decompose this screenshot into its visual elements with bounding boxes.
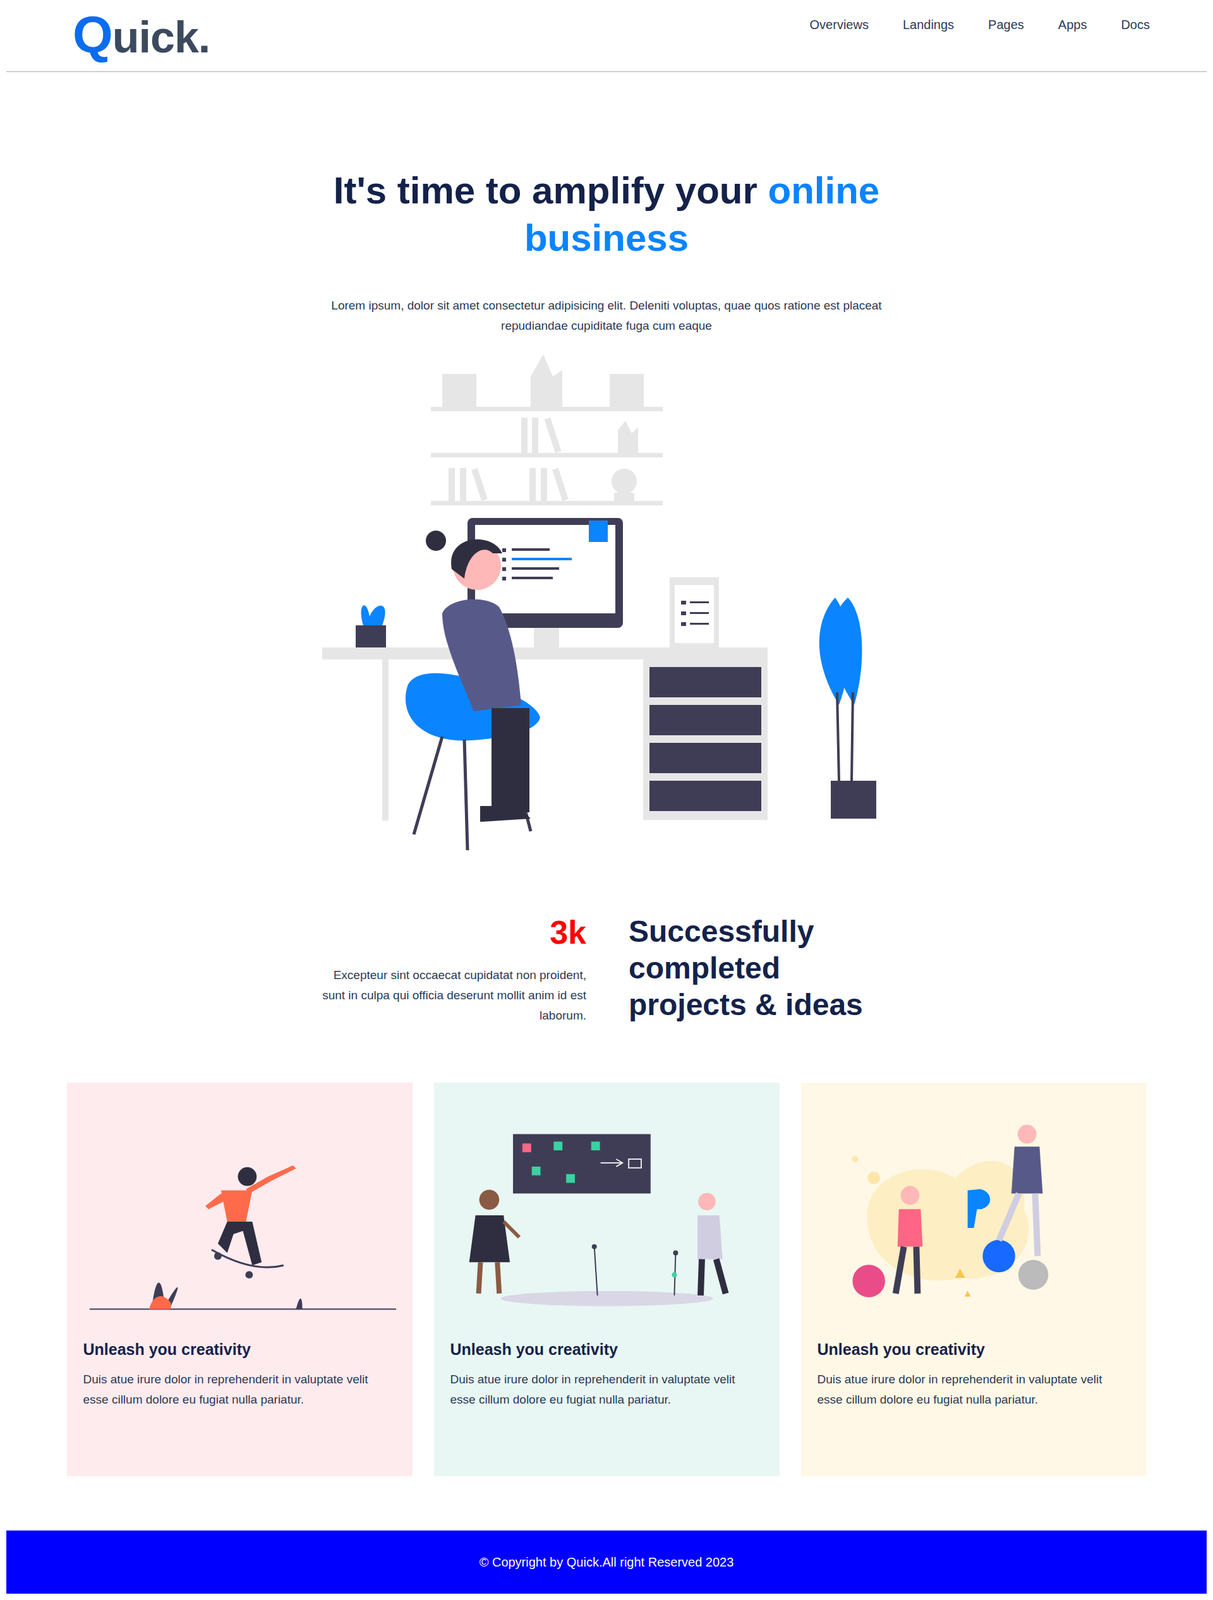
card-title: Unleash you creativity [817, 1339, 1131, 1360]
card-description: Duis atue irure dolor in reprehenderit i… [450, 1369, 764, 1411]
feature-card: Unleash you creativity Duis atue irure d… [66, 1082, 413, 1477]
feature-card: Unleash you creativity Duis atue irure d… [434, 1082, 780, 1477]
copyright-text: © Copyright by Quick.All right Reserved … [479, 1555, 735, 1570]
page: Quick. Overviews Landings Pages Apps Docs It… [6, 0, 1207, 1600]
nav-link[interactable]: Pages [988, 17, 1025, 33]
card-description: Duis atue irure dolor in reprehenderit i… [817, 1369, 1131, 1411]
nav-link[interactable]: Landings [902, 17, 954, 33]
card-title: Unleash you creativity [450, 1339, 764, 1360]
header: Quick. Overviews Landings Pages Apps Docs [6, 0, 1207, 73]
nav-link[interactable]: Docs [1120, 17, 1150, 33]
stat-number: 3k [319, 913, 587, 952]
hero: It's time to amplify your online busines… [6, 72, 1207, 857]
card-description: Duis atue irure dolor in reprehenderit i… [83, 1369, 397, 1411]
feature-card: Unleash you creativity Duis atue irure d… [801, 1082, 1147, 1477]
nav-link[interactable]: Overviews [809, 17, 869, 33]
stat-text: Excepteur sint occaecat cupidatat non pr… [319, 965, 587, 1026]
nav-link[interactable]: Apps [1058, 17, 1088, 33]
cards: Unleash you creativity Duis atue irure d… [6, 1082, 1207, 1477]
skater-illustration-icon [83, 1120, 397, 1323]
hero-title: It's time to amplify your online busines… [303, 166, 910, 262]
hero-subtitle: Lorem ipsum, dolor sit amet consectetur … [309, 295, 904, 337]
stats-summary: 3k Excepteur sint occaecat cupidatat non… [319, 913, 587, 1026]
board-illustration-icon [450, 1120, 764, 1323]
social-illustration-icon [817, 1120, 1131, 1323]
nav: Overviews Landings Pages Apps Docs [809, 0, 1150, 33]
stats: 3k Excepteur sint occaecat cupidatat non… [6, 913, 1207, 1026]
office-illustration-icon [322, 351, 891, 857]
card-title: Unleash you creativity [83, 1339, 397, 1360]
logo[interactable]: Quick. [72, 0, 210, 61]
stats-heading: Successfully completed projects & ideas [628, 913, 894, 1026]
footer: © Copyright by Quick.All right Reserved … [6, 1530, 1207, 1594]
